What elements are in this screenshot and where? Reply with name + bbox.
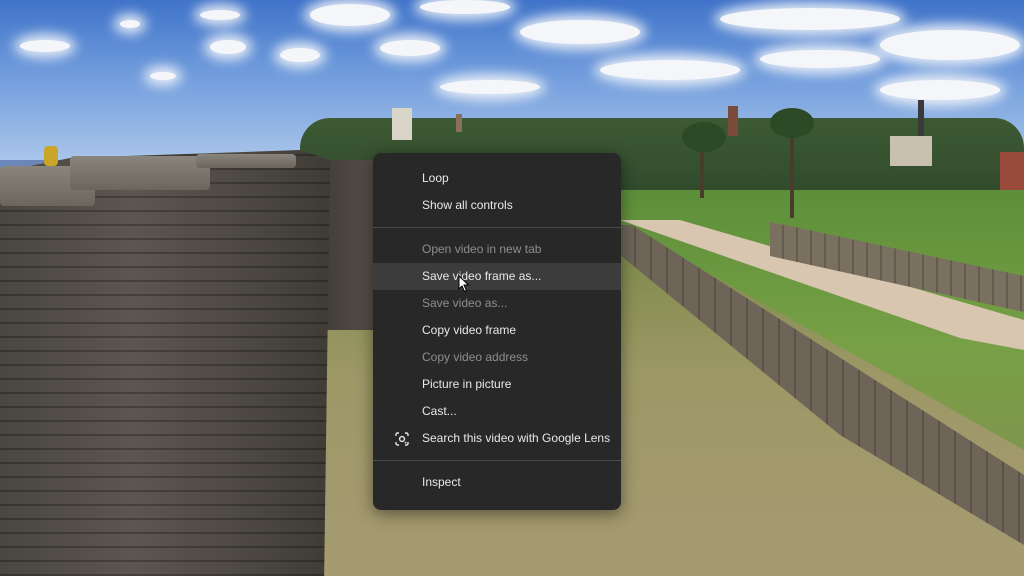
palm-trunk: [790, 130, 794, 218]
cloud: [280, 48, 320, 62]
cloud: [200, 10, 240, 20]
google-lens-icon: [395, 432, 409, 446]
menu-item-loop[interactable]: Loop: [373, 165, 621, 192]
cloud: [380, 40, 440, 56]
menu-item-save-video-frame-as[interactable]: Save video frame as...: [373, 263, 621, 290]
menu-item-search-with-google-lens[interactable]: Search this video with Google Lens: [373, 425, 621, 452]
fort-wall: [0, 150, 330, 576]
menu-item-copy-video-address[interactable]: Copy video address: [373, 344, 621, 371]
menu-item-inspect[interactable]: Inspect: [373, 469, 621, 496]
menu-item-save-video-as[interactable]: Save video as...: [373, 290, 621, 317]
cloud: [210, 40, 246, 54]
cloud: [20, 40, 70, 52]
menu-item-cast[interactable]: Cast...: [373, 398, 621, 425]
cloud: [880, 30, 1020, 60]
menu-item-show-all-controls[interactable]: Show all controls: [373, 192, 621, 219]
battlement: [196, 154, 296, 168]
cloud: [420, 0, 510, 14]
building-tower: [392, 108, 412, 140]
mouse-cursor-icon: [458, 275, 470, 293]
cloud: [760, 50, 880, 68]
cloud: [880, 80, 1000, 100]
menu-separator: [373, 227, 621, 228]
menu-item-open-video-in-new-tab[interactable]: Open video in new tab: [373, 236, 621, 263]
cloud: [440, 80, 540, 94]
building-spire: [728, 106, 738, 136]
cloud: [720, 8, 900, 30]
chimney: [918, 100, 924, 140]
cloud: [150, 72, 176, 80]
palm-crown: [682, 122, 726, 152]
cloud: [600, 60, 740, 80]
battlement: [70, 156, 210, 190]
menu-item-copy-video-frame[interactable]: Copy video frame: [373, 317, 621, 344]
cloud: [520, 20, 640, 44]
menu-item-picture-in-picture[interactable]: Picture in picture: [373, 371, 621, 398]
battlement: [44, 146, 58, 166]
palm-crown: [770, 108, 814, 138]
cloud: [120, 20, 140, 28]
building-spire: [456, 114, 462, 132]
context-menu: Loop Show all controls Open video in new…: [373, 153, 621, 510]
cloud: [310, 4, 390, 26]
menu-separator: [373, 460, 621, 461]
menu-item-label: Search this video with Google Lens: [422, 431, 611, 445]
building: [890, 136, 932, 166]
